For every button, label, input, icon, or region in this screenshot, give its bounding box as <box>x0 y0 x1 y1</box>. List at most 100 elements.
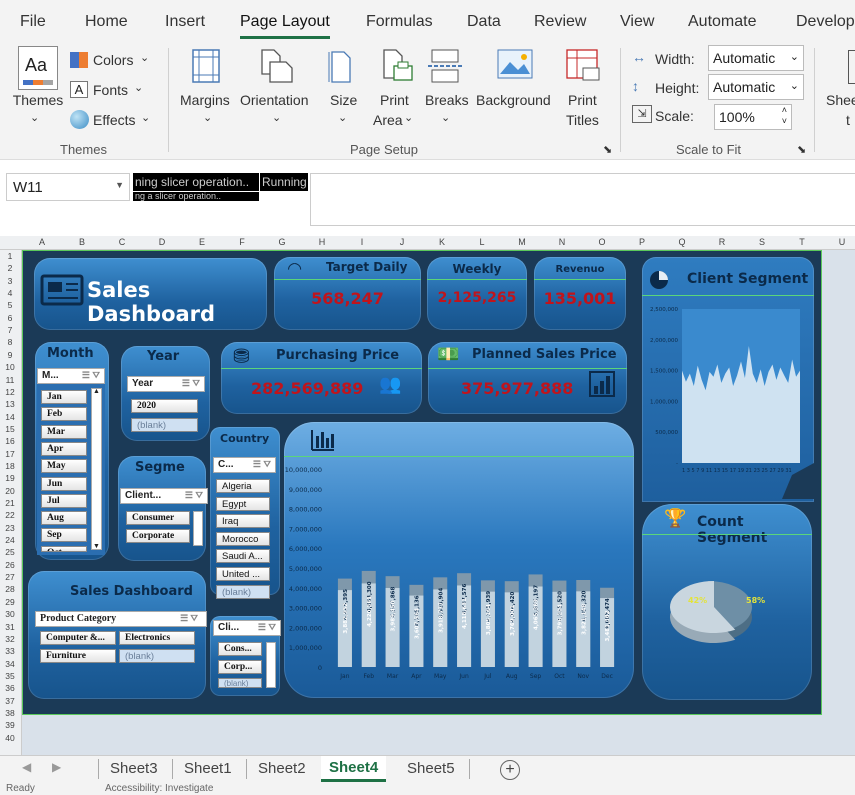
effects-button[interactable]: Effects <box>93 110 136 130</box>
column-header[interactable]: G <box>272 237 292 247</box>
column-header[interactable]: C <box>112 237 132 247</box>
colors-button[interactable]: Colors <box>93 50 133 70</box>
prev-sheet-icon[interactable]: ◀ <box>22 760 31 774</box>
column-header[interactable]: L <box>472 237 492 247</box>
add-sheet-icon[interactable]: + <box>500 760 520 780</box>
row-header[interactable]: 38 <box>2 708 18 718</box>
scale-spinner[interactable]: 100% ˄ ˅ <box>714 104 792 130</box>
month-item[interactable]: Feb <box>41 407 87 422</box>
menu-review[interactable]: Review <box>534 13 586 31</box>
row-header[interactable]: 16 <box>2 436 18 446</box>
tab-sheet3[interactable]: Sheet3 <box>110 760 158 777</box>
tab-sheet2[interactable]: Sheet2 <box>258 760 306 777</box>
menu-home[interactable]: Home <box>85 13 128 31</box>
background-button[interactable]: Background <box>476 90 551 110</box>
column-header[interactable]: J <box>392 237 412 247</box>
client-item[interactable]: Corp... <box>218 660 262 674</box>
column-header[interactable]: N <box>552 237 572 247</box>
row-header[interactable]: 12 <box>2 387 18 397</box>
country-item[interactable]: (blank) <box>216 584 270 599</box>
row-header[interactable]: 2 <box>2 263 18 273</box>
row-header[interactable]: 9 <box>2 350 18 360</box>
row-header[interactable]: 10 <box>2 362 18 372</box>
column-header[interactable]: F <box>232 237 252 247</box>
country-item[interactable]: Saudi A... <box>216 549 270 564</box>
column-header[interactable]: H <box>312 237 332 247</box>
menu-developer[interactable]: Develop <box>796 13 855 31</box>
segment-scrollbar[interactable] <box>193 511 203 546</box>
print-titles-button[interactable]: Print <box>568 90 597 110</box>
row-header[interactable]: 33 <box>2 646 18 656</box>
client-item-blank[interactable]: (blank) <box>218 678 262 688</box>
row-header[interactable]: 11 <box>2 375 18 385</box>
formula-input[interactable] <box>310 173 855 226</box>
sheet-options-button[interactable]: Shee <box>826 90 855 110</box>
dialog-launcher-icon[interactable]: ⬊ <box>797 140 806 160</box>
product-item-blank[interactable]: (blank) <box>119 649 195 663</box>
accessibility-status[interactable]: Accessibility: Investigate <box>105 783 213 794</box>
row-header[interactable]: 30 <box>2 609 18 619</box>
country-item[interactable]: Algeria <box>216 479 270 493</box>
column-header[interactable]: R <box>712 237 732 247</box>
dialog-launcher-icon[interactable]: ⬊ <box>603 140 612 160</box>
year-item[interactable]: 2020 <box>131 399 198 413</box>
column-header[interactable]: A <box>32 237 52 247</box>
tab-sheet1[interactable]: Sheet1 <box>184 760 232 777</box>
segment-item[interactable]: Corporate <box>126 529 190 543</box>
row-header[interactable]: 4 <box>2 288 18 298</box>
size-button[interactable]: Size <box>330 90 357 110</box>
row-header[interactable]: 31 <box>2 622 18 632</box>
row-header[interactable]: 13 <box>2 399 18 409</box>
row-header[interactable]: 22 <box>2 510 18 520</box>
menu-page-layout[interactable]: Page Layout <box>240 13 330 39</box>
row-header[interactable]: 23 <box>2 523 18 533</box>
column-header[interactable]: T <box>792 237 812 247</box>
month-item[interactable]: Apr <box>41 441 87 456</box>
orientation-button[interactable]: Orientation <box>240 90 308 110</box>
column-header[interactable]: D <box>152 237 172 247</box>
row-header[interactable]: 37 <box>2 696 18 706</box>
month-item[interactable]: Jul <box>41 493 87 508</box>
row-header[interactable]: 5 <box>2 300 18 310</box>
row-header[interactable]: 25 <box>2 547 18 557</box>
row-header[interactable]: 17 <box>2 449 18 459</box>
column-header[interactable]: O <box>592 237 612 247</box>
height-select[interactable]: Automatic ⌄ <box>708 74 804 100</box>
column-header[interactable]: E <box>192 237 212 247</box>
month-scrollbar[interactable]: ▲ ▼ <box>91 388 102 550</box>
row-header[interactable]: 39 <box>2 720 18 730</box>
month-item[interactable]: May <box>41 459 87 474</box>
column-header[interactable]: U <box>832 237 852 247</box>
row-header[interactable]: 19 <box>2 473 18 483</box>
row-header[interactable]: 40 <box>2 733 18 743</box>
row-header[interactable]: 1 <box>2 251 18 261</box>
column-header[interactable]: B <box>72 237 92 247</box>
name-box[interactable]: W11 ▼ <box>6 173 130 201</box>
row-header[interactable]: 14 <box>2 412 18 422</box>
column-header[interactable]: Q <box>672 237 692 247</box>
row-header[interactable]: 29 <box>2 597 18 607</box>
print-area-button[interactable]: Print <box>380 90 409 110</box>
row-header[interactable]: 35 <box>2 671 18 681</box>
menu-data[interactable]: Data <box>467 13 501 31</box>
menu-view[interactable]: View <box>620 13 654 31</box>
segment-item[interactable]: Consumer <box>126 511 190 525</box>
column-header[interactable]: P <box>632 237 652 247</box>
month-item[interactable]: Sep <box>41 528 87 543</box>
row-header[interactable]: 7 <box>2 325 18 335</box>
column-header[interactable]: M <box>512 237 532 247</box>
row-header[interactable]: 26 <box>2 560 18 570</box>
row-header[interactable]: 8 <box>2 337 18 347</box>
row-header[interactable]: 20 <box>2 486 18 496</box>
row-header[interactable]: 27 <box>2 572 18 582</box>
product-item[interactable]: Computer &... <box>40 631 116 645</box>
next-sheet-icon[interactable]: ▶ <box>52 760 61 774</box>
row-header[interactable]: 18 <box>2 461 18 471</box>
column-header[interactable]: S <box>752 237 772 247</box>
menu-insert[interactable]: Insert <box>165 13 205 31</box>
row-header[interactable]: 6 <box>2 313 18 323</box>
row-header[interactable]: 32 <box>2 634 18 644</box>
themes-button[interactable]: Themes <box>10 90 66 110</box>
column-header[interactable]: I <box>352 237 372 247</box>
margins-button[interactable]: Margins <box>180 90 230 110</box>
